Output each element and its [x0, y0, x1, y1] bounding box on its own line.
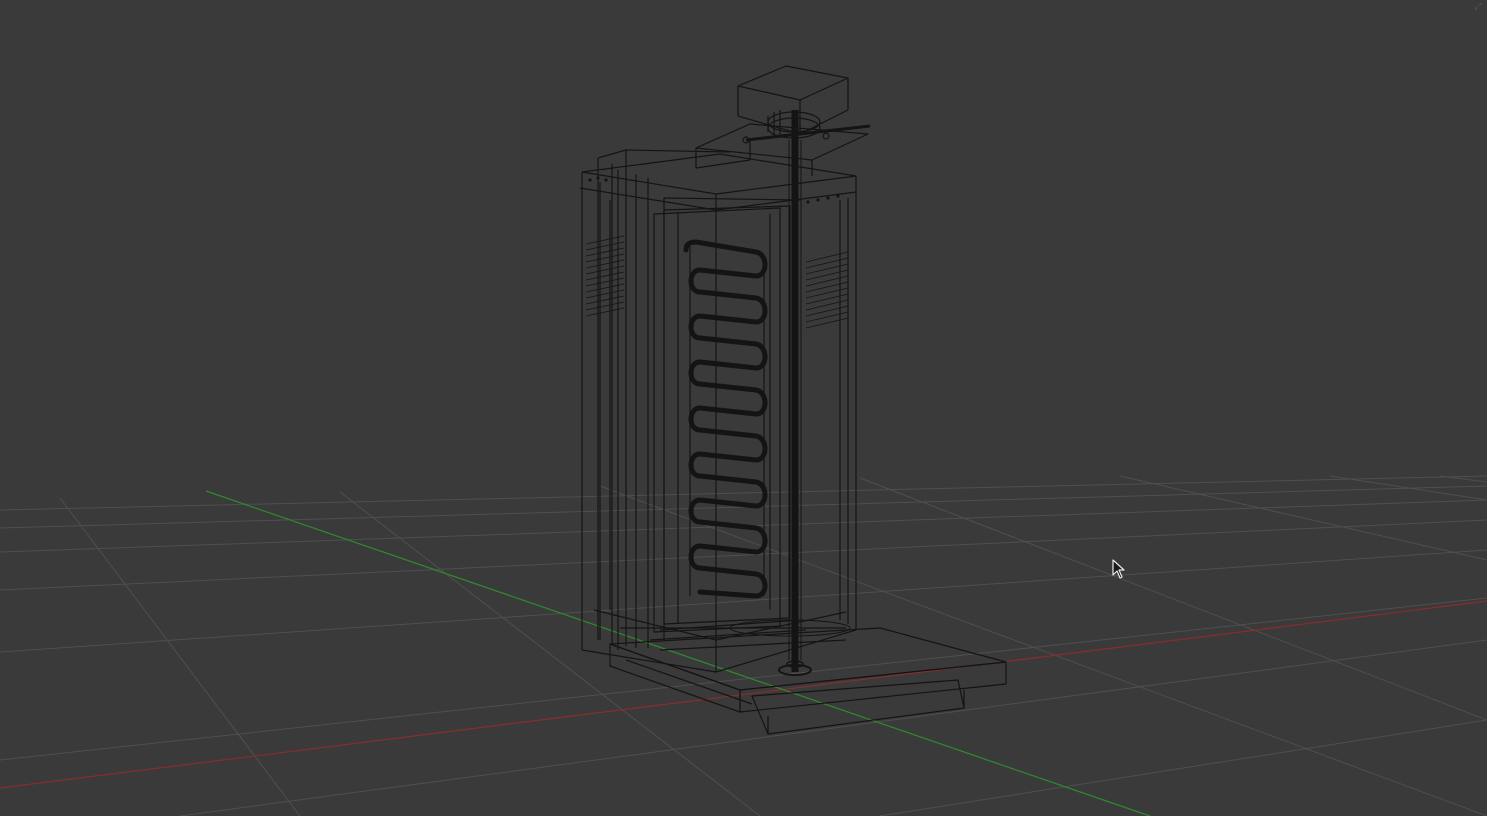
3d-viewport[interactable]: ⤢ [0, 0, 1487, 816]
x-axis-line [0, 600, 1487, 789]
right-vent [805, 251, 849, 329]
scene-canvas[interactable] [0, 0, 1487, 816]
maximize-viewport-icon[interactable]: ⤢ [1473, 2, 1483, 12]
broiler-model[interactable] [579, 65, 1007, 735]
mouse-pointer-icon [1112, 559, 1125, 579]
